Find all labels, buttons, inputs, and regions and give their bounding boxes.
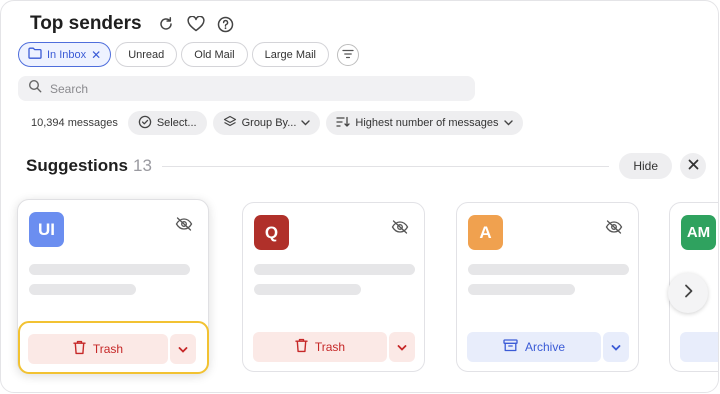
sort-icon [336,116,351,131]
placeholder-line [29,264,190,275]
chip-large-mail[interactable]: Large Mail [251,42,329,67]
chip-label: In Inbox [47,48,87,61]
trash-button[interactable]: Trash [253,332,387,362]
sort-button[interactable]: Highest number of messages [326,111,523,135]
more-actions-dropdown[interactable] [389,332,415,362]
chevron-right-icon [684,284,693,303]
chip-in-inbox[interactable]: In Inbox ✕ [18,42,112,67]
message-count: 10,394 messages [31,117,118,129]
close-icon [688,157,699,175]
placeholder-line [468,264,629,275]
eye-off-icon[interactable] [604,217,624,237]
avatar: A [468,215,503,250]
top-senders-panel: Top senders In Inbox ✕ Unread Old Mail L… [0,0,719,393]
group-by-label: Group By... [241,117,297,129]
eye-off-icon[interactable] [174,214,194,234]
folder-icon [28,47,42,62]
trash-label: Trash [314,340,346,354]
sort-label: Highest number of messages [355,117,499,129]
chevron-down-icon [397,338,407,356]
suggestions-title: Suggestions [26,156,129,175]
next-cards-button[interactable] [668,273,708,313]
hide-button[interactable]: Hide [619,153,672,179]
chip-label: Large Mail [264,48,316,61]
divider [161,165,610,167]
chip-unread[interactable]: Unread [115,42,178,67]
help-icon[interactable] [216,14,236,34]
placeholder-line [468,284,575,295]
card-actions: Trash [253,332,415,362]
layers-icon [223,115,237,132]
page-title: Top senders [30,13,142,34]
chip-old-mail[interactable]: Old Mail [181,42,248,67]
placeholder-line [254,284,361,295]
chevron-down-icon [301,117,311,129]
refresh-icon[interactable] [156,14,176,34]
search-icon [28,79,42,98]
suggestions-header: Suggestions 13 Hide [26,153,706,179]
card-actions [680,332,718,362]
archive-button[interactable] [680,332,718,362]
suggestions-count: 13 [133,156,152,175]
chevron-down-icon [503,117,513,129]
filter-chips: In Inbox ✕ Unread Old Mail Large Mail [18,42,359,67]
header: Top senders [30,11,236,37]
filter-options-button[interactable] [336,43,359,66]
search-input[interactable] [50,81,430,96]
archive-button[interactable]: Archive [467,332,601,362]
heart-icon[interactable] [186,14,206,34]
chip-label: Unread [128,48,165,61]
remove-filter-icon[interactable]: ✕ [91,48,101,62]
more-actions-dropdown[interactable] [603,332,629,362]
placeholder-line [254,264,415,275]
suggestion-card: Q Trash [242,202,425,372]
placeholder-line [29,284,136,295]
avatar: UI [29,212,64,247]
eye-off-icon[interactable] [390,217,410,237]
suggestion-card: A Archive [456,202,639,372]
close-suggestions-button[interactable] [680,153,706,179]
archive-label: Archive [524,340,565,354]
filter-icon [342,46,354,64]
avatar: AM [681,215,716,250]
check-circle-icon [138,115,152,132]
select-button[interactable]: Select... [127,111,207,135]
card-actions: Archive [467,332,629,362]
toolbar: 10,394 messages Select... Group By... Hi… [31,111,523,135]
chevron-down-icon [611,338,621,356]
archive-icon [503,339,518,355]
highlight-outline [18,321,209,374]
group-by-button[interactable]: Group By... [212,111,321,135]
trash-icon [295,338,308,356]
search-bar [18,76,475,101]
select-label: Select... [156,117,197,129]
chip-label: Old Mail [194,48,235,61]
hide-label: Hide [633,159,658,173]
avatar: Q [254,215,289,250]
